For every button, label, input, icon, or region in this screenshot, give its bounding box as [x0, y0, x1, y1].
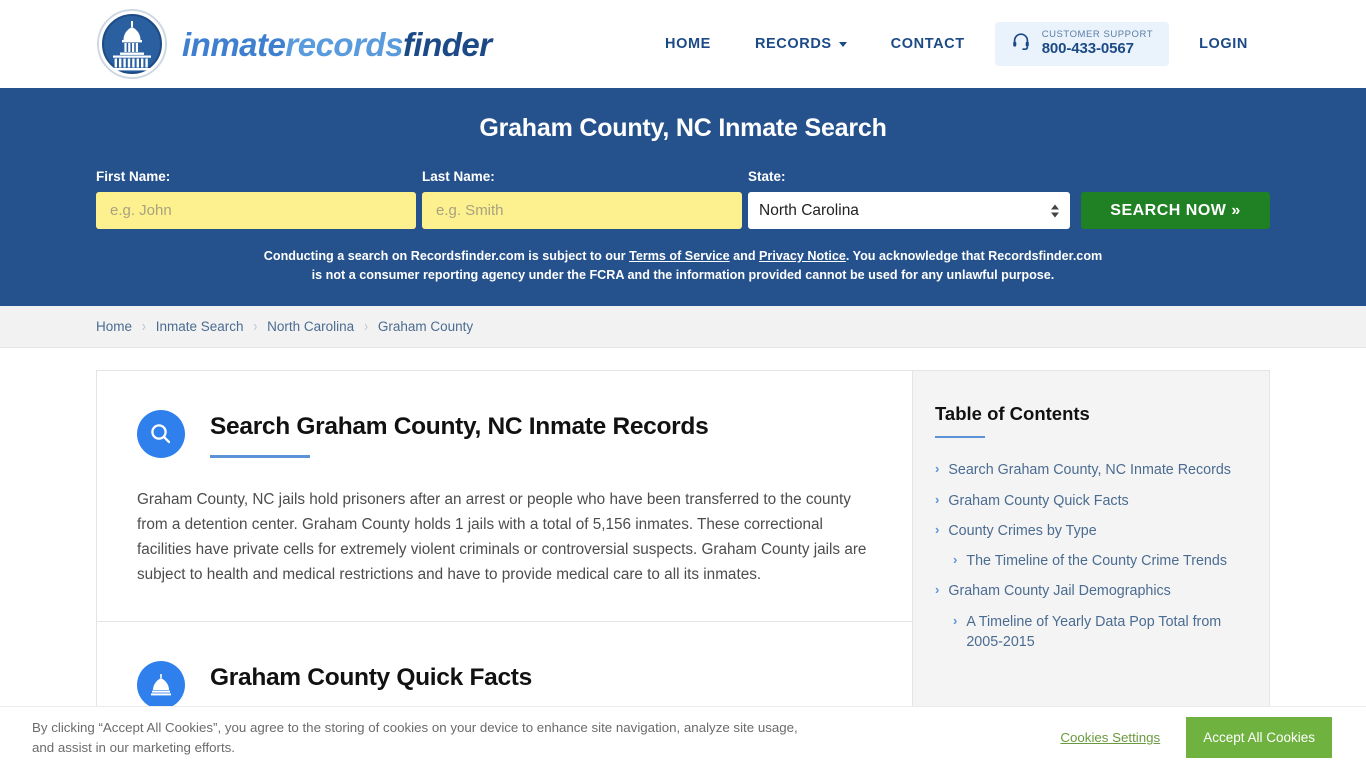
table-of-contents: Table of Contents › Search Graham County… — [912, 370, 1270, 721]
section-title: Search Graham County, NC Inmate Records — [210, 413, 709, 441]
nav-item-records[interactable]: RECORDS — [733, 36, 869, 52]
disclaimer-text-2: and — [729, 249, 760, 263]
main-content: Search Graham County, NC Inmate Records … — [96, 370, 912, 745]
nav-item-contact[interactable]: CONTACT — [869, 36, 987, 52]
toc-item-county-crimes-by-type[interactable]: › County Crimes by Type — [935, 521, 1239, 541]
capitol-seal-icon — [96, 8, 168, 80]
chevron-right-icon: › — [935, 521, 940, 537]
state-select-value: North Carolina — [759, 201, 859, 219]
search-now-button[interactable]: SEARCH NOW » — [1081, 192, 1270, 229]
toc-title: Table of Contents — [935, 403, 1090, 425]
breadcrumb-separator-icon: › — [142, 318, 146, 336]
state-field-group: State: North Carolina — [748, 169, 1070, 229]
select-stepper-icon[interactable] — [1051, 204, 1059, 217]
breadcrumb: Home › Inmate Search › North Carolina › … — [0, 306, 1366, 349]
section-search-records: Search Graham County, NC Inmate Records … — [97, 371, 912, 623]
toc-item-label: The Timeline of the County Crime Trends — [966, 553, 1227, 570]
cookie-banner-actions: Cookies Settings Accept All Cookies — [1060, 717, 1332, 758]
first-name-field-group: First Name: — [96, 169, 416, 229]
nav-item-home-label: HOME — [665, 35, 711, 52]
chevron-right-icon: › — [935, 461, 940, 477]
customer-support-badge[interactable]: CUSTOMER SUPPORT 800-433-0567 — [994, 22, 1170, 66]
page-body: Search Graham County, NC Inmate Records … — [0, 348, 1366, 745]
page-title: Graham County, NC Inmate Search — [479, 114, 887, 142]
chevron-right-icon: › — [953, 552, 958, 568]
chevron-right-icon: › — [953, 612, 958, 628]
toc-item-label: County Crimes by Type — [948, 522, 1097, 539]
chevron-down-icon — [838, 42, 847, 48]
state-label: State: — [748, 169, 786, 184]
toc-list: › Search Graham County, NC Inmate Record… — [935, 460, 1239, 652]
accept-all-cookies-button[interactable]: Accept All Cookies — [1186, 717, 1332, 758]
breadcrumb-item-inmate-search[interactable]: Inmate Search — [156, 319, 244, 334]
first-name-label: First Name: — [96, 169, 171, 184]
breadcrumb-item-north-carolina[interactable]: North Carolina — [267, 319, 354, 334]
brand-word-finder: finder — [402, 25, 492, 63]
breadcrumb-separator-icon: › — [253, 318, 258, 336]
section-title-underline — [210, 455, 310, 459]
hero-search-section: Graham County, NC Inmate Search First Na… — [0, 88, 1366, 307]
nav-item-records-label: RECORDS — [754, 35, 832, 52]
toc-item-quick-facts[interactable]: › Graham County Quick Facts — [935, 491, 1239, 511]
privacy-notice-link[interactable]: Privacy Notice — [759, 249, 846, 263]
toc-item-label: Search Graham County, NC Inmate Records — [948, 462, 1231, 479]
section-title: Graham County Quick Facts — [210, 664, 532, 692]
nav-item-login-label: LOGIN — [1199, 35, 1248, 52]
magnifying-glass-icon — [137, 410, 185, 459]
toc-item-yearly-pop-total[interactable]: › A Timeline of Yearly Data Pop Total fr… — [935, 612, 1239, 653]
support-phone[interactable]: 800-433-0567 — [1042, 40, 1153, 58]
toc-item-crime-trends-timeline[interactable]: › The Timeline of the County Crime Trend… — [935, 551, 1239, 571]
inmate-search-form: First Name: Last Name: State: North Caro… — [96, 169, 1270, 229]
chevron-right-icon: › — [935, 582, 940, 598]
breadcrumb-separator-icon: › — [364, 318, 368, 336]
disclaimer-text-1: Conducting a search on Recordsfinder.com… — [263, 249, 630, 263]
section-body-text: Graham County, NC jails hold prisoners a… — [137, 491, 867, 583]
state-select[interactable]: North Carolina — [748, 192, 1070, 229]
main-navigation: HOME RECORDS CONTACT CUSTOMER SUPPORT 80… — [643, 22, 1270, 66]
brand-word-records: records — [285, 25, 403, 63]
site-header: inmaterecordsfinder HOME RECORDS CONTACT — [0, 0, 1366, 88]
last-name-label: Last Name: — [422, 169, 495, 184]
toc-title-underline — [935, 436, 985, 439]
first-name-input[interactable] — [96, 192, 416, 229]
breadcrumb-item-home[interactable]: Home — [96, 319, 132, 334]
nav-item-login[interactable]: LOGIN — [1177, 36, 1270, 52]
last-name-input[interactable] — [422, 192, 742, 229]
breadcrumb-item-graham-county[interactable]: Graham County — [378, 319, 473, 334]
nav-item-home[interactable]: HOME — [643, 36, 733, 52]
capitol-dome-icon — [137, 661, 185, 710]
headset-icon — [1011, 31, 1031, 56]
brand-wordmark: inmaterecordsfinder — [182, 28, 492, 61]
cookies-settings-link[interactable]: Cookies Settings — [1060, 730, 1160, 745]
toc-item-label: A Timeline of Yearly Data Pop Total from… — [966, 613, 1222, 651]
toc-item-search-records[interactable]: › Search Graham County, NC Inmate Record… — [935, 460, 1239, 480]
search-disclaimer: Conducting a search on Recordsfinder.com… — [258, 247, 1108, 284]
chevron-right-icon: › — [935, 491, 940, 507]
toc-item-label: Graham County Jail Demographics — [948, 583, 1171, 600]
cookie-banner-text: By clicking “Accept All Cookies”, you ag… — [32, 719, 798, 755]
nav-item-contact-label: CONTACT — [890, 35, 965, 52]
toc-item-label: Graham County Quick Facts — [948, 492, 1129, 509]
terms-of-service-link[interactable]: Terms of Service — [629, 249, 730, 263]
brand-word-inmate: inmate — [182, 25, 286, 63]
brand-logo[interactable]: inmaterecordsfinder — [96, 8, 492, 80]
cookie-consent-banner: By clicking “Accept All Cookies”, you ag… — [0, 706, 1366, 768]
toc-item-jail-demographics[interactable]: › Graham County Jail Demographics — [935, 581, 1239, 601]
last-name-field-group: Last Name: — [422, 169, 742, 229]
